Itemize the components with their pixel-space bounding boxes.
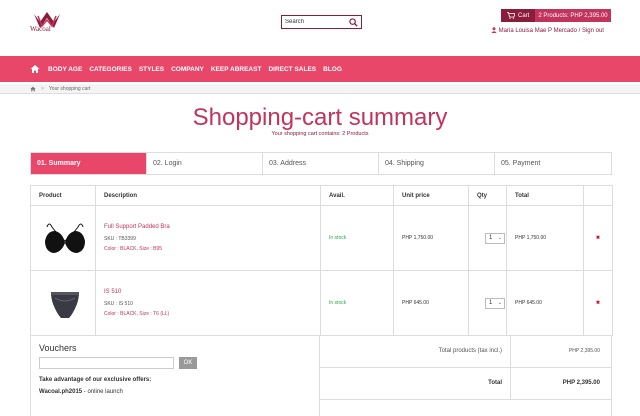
cart-button[interactable]: Cart 2 Products: PHP 2,395.00 bbox=[501, 9, 611, 22]
select-arrow-icon: ⌄ bbox=[497, 300, 502, 306]
voucher-code-desc: - online launch bbox=[82, 389, 123, 395]
main-nav: BODY AGE CATEGORIES STYLES COMPANY KEEP … bbox=[0, 56, 640, 82]
search-icon[interactable] bbox=[349, 18, 358, 27]
delete-icon[interactable]: ✖ bbox=[583, 270, 613, 336]
col-unit-price: Unit price bbox=[393, 185, 469, 206]
search-box bbox=[281, 15, 362, 29]
cart-table: Product Description Avail. Unit price Qt… bbox=[30, 185, 613, 336]
nav-item-direct-sales[interactable]: DIRECT SALES bbox=[268, 66, 316, 73]
vouchers-heading: Vouchers bbox=[39, 343, 77, 353]
product-description-cell: IS 510 SKU : IS 510 Color : BLACK, Size … bbox=[95, 270, 321, 336]
col-description: Description bbox=[95, 185, 321, 206]
signout-link[interactable]: Sign out bbox=[582, 28, 604, 34]
quantity-select[interactable]: 1 ⌄ bbox=[485, 232, 505, 244]
step-summary[interactable]: 01. Summary bbox=[31, 153, 147, 174]
totals-section: Total products (tax incl.) PHP 2,395.00 … bbox=[320, 336, 612, 416]
quantity-value: 1 bbox=[489, 300, 493, 306]
grand-total-label: Total bbox=[488, 380, 502, 386]
search-input[interactable] bbox=[282, 16, 348, 28]
voucher-ok-button[interactable]: OK bbox=[179, 357, 197, 369]
nav-item-styles[interactable]: STYLES bbox=[139, 66, 164, 73]
step-payment[interactable]: 05. Payment bbox=[495, 153, 611, 174]
col-delete bbox=[583, 185, 613, 206]
table-row: IS 510 SKU : IS 510 Color : BLACK, Size … bbox=[30, 270, 613, 336]
nav-item-blog[interactable]: BLOG bbox=[323, 66, 342, 73]
grand-total-row: Total PHP 2,395.00 bbox=[320, 368, 612, 400]
user-line: Maria Louisa Mae P Mercado / Sign out bbox=[491, 27, 604, 34]
nav-item-body-age[interactable]: BODY AGE bbox=[48, 66, 82, 73]
nav-item-categories[interactable]: CATEGORIES bbox=[89, 66, 132, 73]
vouchers-section: Vouchers OK Take advantage of our exclus… bbox=[30, 336, 320, 416]
step-shipping[interactable]: 04. Shipping bbox=[379, 153, 495, 174]
breadcrumb-separator: > bbox=[41, 85, 44, 92]
home-icon[interactable] bbox=[30, 64, 40, 74]
row-total: PHP 645.00 bbox=[506, 270, 584, 336]
nav-item-keep-abreast[interactable]: KEEP ABREAST bbox=[211, 66, 262, 73]
totals-divider bbox=[510, 336, 511, 368]
bra-product-image[interactable] bbox=[41, 219, 89, 257]
logo-text[interactable]: Wacoal bbox=[30, 25, 51, 33]
product-sku: SKU : IS 510 bbox=[104, 301, 133, 307]
breadcrumb-home-icon[interactable] bbox=[30, 86, 36, 92]
product-name-link[interactable]: Full Support Padded Bra bbox=[104, 224, 320, 230]
availability-status: In stock bbox=[320, 205, 394, 271]
voucher-code-input[interactable] bbox=[39, 357, 174, 369]
col-qty: Qty bbox=[468, 185, 507, 206]
voucher-offer-line: Wacoal.ph2015 - online launch bbox=[39, 389, 123, 395]
nav-item-company[interactable]: COMPANY bbox=[171, 66, 204, 73]
unit-price: PHP 1,750.00 bbox=[393, 205, 469, 271]
breadcrumb: > Your shopping cart bbox=[0, 84, 640, 94]
user-separator: / bbox=[578, 28, 581, 34]
col-avail: Avail. bbox=[320, 185, 394, 206]
cart-label-text: Cart bbox=[518, 12, 530, 19]
checkout-steps: 01. Summary 02. Login 03. Address 04. Sh… bbox=[30, 152, 612, 175]
breadcrumb-current: Your shopping cart bbox=[48, 85, 91, 92]
col-product: Product bbox=[30, 185, 96, 206]
product-attributes: Color : BLACK, Size : B95 bbox=[104, 246, 163, 252]
product-attributes: Color : BLACK, Size : T6 (LL) bbox=[104, 311, 170, 317]
totals-divider bbox=[510, 368, 511, 400]
row-total: PHP 1,750.00 bbox=[506, 205, 584, 271]
qty-cell: 1 ⌄ bbox=[468, 270, 507, 336]
availability-status: In stock bbox=[320, 270, 394, 336]
product-image-cell bbox=[30, 270, 96, 336]
col-total: Total bbox=[506, 185, 584, 206]
table-header-row: Product Description Avail. Unit price Qt… bbox=[30, 185, 613, 206]
quantity-select[interactable]: 1 ⌄ bbox=[485, 297, 505, 309]
product-image-cell bbox=[30, 205, 96, 271]
delete-icon[interactable]: ✖ bbox=[583, 205, 613, 271]
voucher-offer-text: Take advantage of our exclusive offers: bbox=[39, 377, 152, 383]
cart-icon bbox=[507, 12, 515, 19]
qty-cell: 1 ⌄ bbox=[468, 205, 507, 271]
page-title: Shopping-cart summary bbox=[192, 104, 448, 131]
total-products-value: PHP 2,395.00 bbox=[568, 348, 600, 354]
cart-label: Cart bbox=[501, 9, 535, 22]
table-row: Full Support Padded Bra SKU : TB3399 Col… bbox=[30, 205, 613, 271]
brief-product-image[interactable] bbox=[41, 284, 89, 322]
page-subtitle: Your shopping cart contains: 2 Products bbox=[271, 131, 369, 137]
voucher-code-link[interactable]: Wacoal.ph2015 bbox=[39, 389, 82, 395]
user-name-link[interactable]: Maria Louisa Mae P Mercado bbox=[499, 28, 577, 34]
step-address[interactable]: 03. Address bbox=[263, 153, 379, 174]
step-login[interactable]: 02. Login bbox=[147, 153, 263, 174]
select-arrow-icon: ⌄ bbox=[497, 235, 502, 241]
user-icon bbox=[491, 27, 497, 33]
product-description-cell: Full Support Padded Bra SKU : TB3399 Col… bbox=[95, 205, 321, 271]
total-products-label: Total products (tax incl.) bbox=[438, 348, 502, 354]
unit-price: PHP 645.00 bbox=[393, 270, 469, 336]
quantity-value: 1 bbox=[489, 235, 493, 241]
grand-total-value: PHP 2,395.00 bbox=[562, 380, 600, 386]
cart-summary: 2 Products: PHP 2,395.00 bbox=[535, 9, 611, 22]
total-products-row: Total products (tax incl.) PHP 2,395.00 bbox=[320, 336, 612, 368]
product-sku: SKU : TB3399 bbox=[104, 236, 136, 242]
product-name-link[interactable]: IS 510 bbox=[104, 289, 320, 295]
